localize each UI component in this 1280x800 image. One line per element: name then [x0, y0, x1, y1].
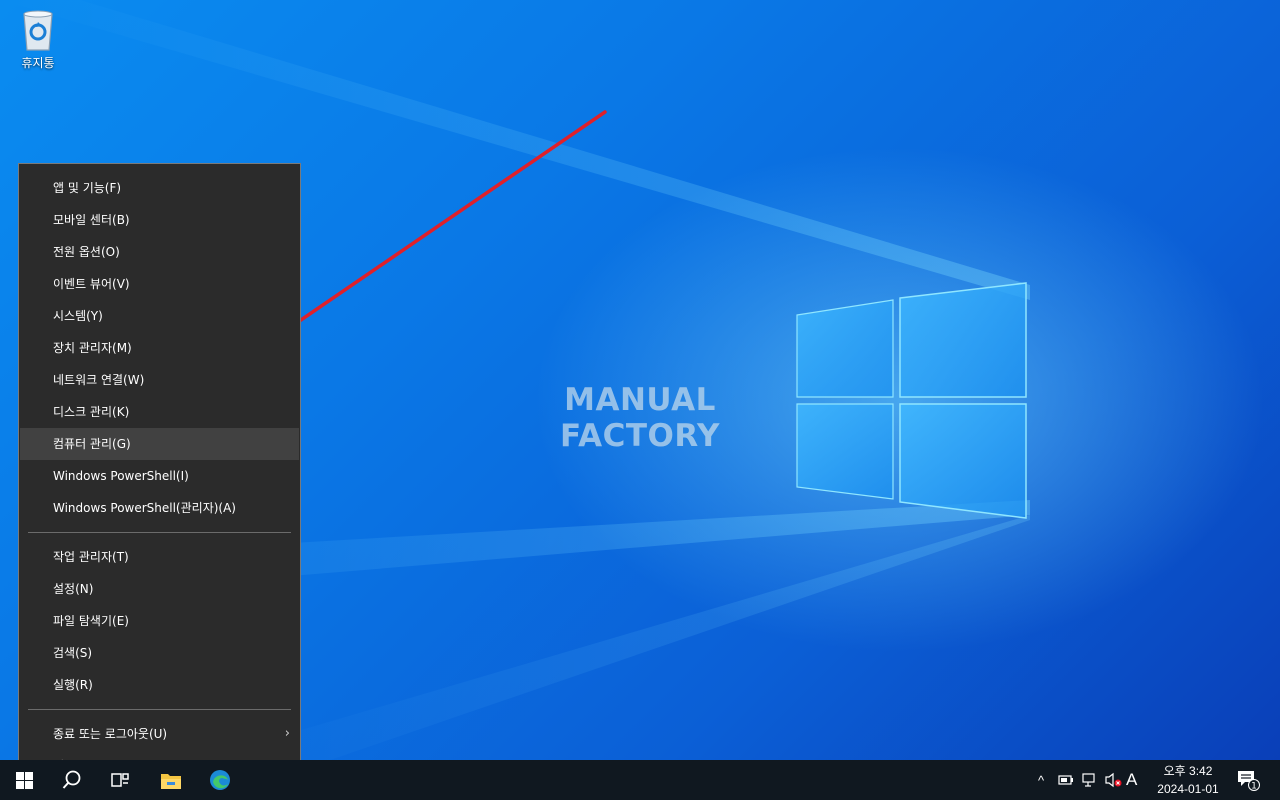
menu-item-powershell[interactable]: Windows PowerShell(I)	[19, 460, 300, 492]
menu-separator	[28, 532, 291, 533]
file-explorer-icon	[161, 774, 181, 789]
menu-item-power-options[interactable]: 전원 옵션(O)	[19, 236, 300, 268]
menu-item-system[interactable]: 시스템(Y)	[19, 300, 300, 332]
action-center-button[interactable]: 1	[1234, 760, 1262, 800]
edge-icon	[210, 770, 230, 790]
tray-overflow-chevron[interactable]: ^	[1032, 760, 1050, 800]
menu-item-search[interactable]: 검색(S)	[19, 637, 300, 669]
menu-separator	[28, 709, 291, 710]
taskbar: ^ A 오후 3:42 2024-01-01 1	[0, 760, 1280, 800]
menu-item-shutdown-signout[interactable]: 종료 또는 로그아웃(U) ›	[19, 718, 300, 750]
volume-muted-icon	[1105, 772, 1122, 788]
clock-time: 오후 3:42	[1163, 764, 1213, 778]
task-view-button[interactable]	[96, 760, 144, 800]
battery-icon	[1058, 775, 1073, 785]
recycle-bin-icon	[23, 10, 53, 51]
chevron-right-icon: ›	[284, 726, 290, 741]
notification-icon: 1	[1238, 771, 1260, 792]
menu-item-powershell-admin[interactable]: Windows PowerShell(관리자)(A)	[19, 492, 300, 524]
notification-badge: 1	[1251, 782, 1257, 792]
network-icon	[1082, 773, 1095, 787]
pinned-file-explorer[interactable]	[147, 760, 195, 800]
network-tray-button[interactable]	[1079, 760, 1101, 800]
menu-item-mobility-center[interactable]: 모바일 센터(B)	[19, 204, 300, 236]
battery-tray-button[interactable]	[1055, 760, 1077, 800]
start-button[interactable]	[0, 760, 48, 800]
winx-context-menu: 앱 및 기능(F) 모바일 센터(B) 전원 옵션(O) 이벤트 뷰어(V) 시…	[18, 163, 301, 773]
menu-item-apps-features[interactable]: 앱 및 기능(F)	[19, 172, 300, 204]
menu-item-event-viewer[interactable]: 이벤트 뷰어(V)	[19, 268, 300, 300]
clock-date: 2024-01-01	[1157, 782, 1219, 796]
menu-item-computer-management[interactable]: 컴퓨터 관리(G)	[20, 428, 299, 460]
menu-item-task-manager[interactable]: 작업 관리자(T)	[19, 541, 300, 573]
menu-item-device-manager[interactable]: 장치 관리자(M)	[19, 332, 300, 364]
clock[interactable]: 오후 3:42 2024-01-01	[1148, 762, 1228, 798]
menu-item-shutdown-label: 종료 또는 로그아웃(U)	[53, 727, 168, 741]
search-icon	[62, 770, 81, 789]
search-button[interactable]	[48, 760, 96, 800]
task-view-icon	[111, 773, 129, 787]
watermark-text: MANUAL FACTORY	[560, 382, 720, 454]
pinned-edge[interactable]	[196, 760, 244, 800]
menu-item-file-explorer[interactable]: 파일 탐색기(E)	[19, 605, 300, 637]
menu-item-network-connections[interactable]: 네트워크 연결(W)	[19, 364, 300, 396]
menu-item-disk-management[interactable]: 디스크 관리(K)	[19, 396, 300, 428]
ime-indicator[interactable]: A	[1126, 760, 1137, 800]
recycle-bin-shortcut[interactable]: 휴지통	[10, 8, 66, 74]
menu-item-settings[interactable]: 설정(N)	[19, 573, 300, 605]
windows-logo-icon	[15, 771, 33, 789]
recycle-bin-label: 휴지통	[21, 56, 55, 70]
menu-item-run[interactable]: 실행(R)	[19, 669, 300, 701]
volume-tray-button[interactable]	[1102, 760, 1124, 800]
